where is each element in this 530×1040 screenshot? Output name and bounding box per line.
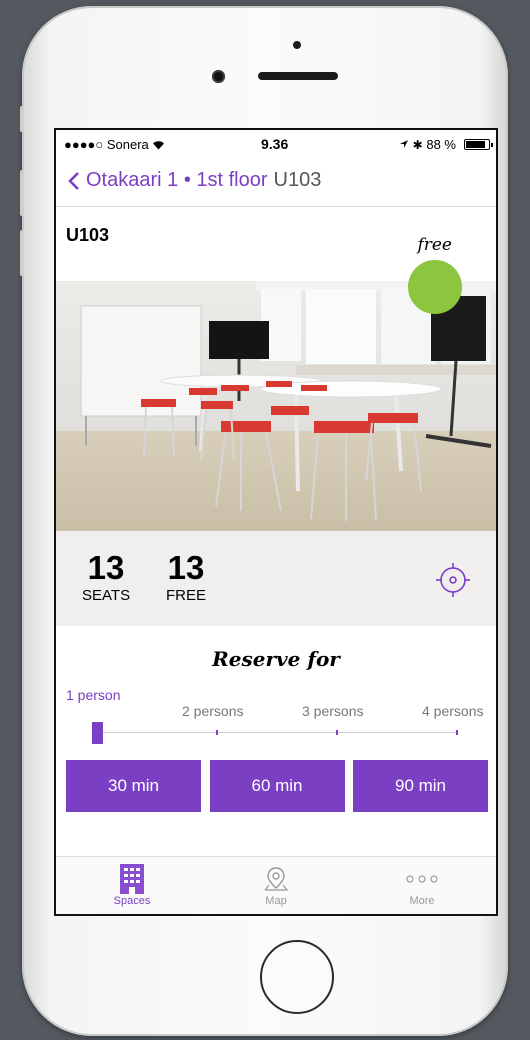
mute-switch — [20, 106, 24, 132]
availability-label: free — [417, 235, 452, 255]
person-count-slider[interactable] — [92, 720, 458, 744]
building-icon — [120, 864, 144, 894]
battery-percent: 88 % — [426, 137, 456, 152]
nav-title: U103 — [273, 169, 322, 191]
earpiece-speaker — [258, 72, 338, 80]
tab-spaces-label: Spaces — [113, 895, 151, 907]
location-arrow-icon — [400, 140, 409, 148]
map-pin-icon — [264, 867, 289, 891]
slider-tick — [216, 730, 218, 735]
room-name: U103 — [66, 225, 110, 245]
wifi-icon — [153, 141, 165, 150]
proximity-sensor — [293, 41, 301, 49]
seats-stat: 13 SEATS — [82, 549, 131, 605]
availability-indicator — [408, 260, 462, 314]
status-time: 9.36 — [261, 136, 289, 152]
reserve-60-min-button[interactable]: 60 min — [209, 760, 345, 812]
volume-down-button — [20, 230, 24, 276]
seats-count: 13 — [87, 549, 125, 586]
battery-icon — [464, 139, 493, 150]
reserve-90-min-button[interactable]: 90 min — [353, 760, 488, 812]
free-stat: 13 FREE — [166, 549, 207, 605]
chevron-left-icon — [68, 171, 79, 190]
carrier-label: ●●●●○ Sonera — [64, 137, 165, 152]
tab-spaces[interactable]: Spaces — [92, 863, 172, 907]
slider-tick — [336, 730, 338, 735]
locate-button[interactable] — [434, 561, 472, 599]
free-count: 13 — [167, 549, 205, 586]
volume-up-button — [20, 170, 24, 216]
option-2-persons[interactable]: 2 persons — [182, 703, 243, 719]
tab-map-label: Map — [265, 895, 287, 907]
tab-more-label: More — [409, 895, 435, 907]
reserve-30-min-button[interactable]: 30 min — [66, 760, 201, 812]
navigation-bar: Otakaari 1 • 1st floor U103 — [56, 160, 496, 207]
option-4-persons[interactable]: 4 persons — [422, 703, 483, 719]
bluetooth-icon: ✱ — [412, 138, 423, 152]
crosshair-icon — [436, 563, 470, 597]
option-1-person[interactable]: 1 person — [66, 687, 120, 703]
front-camera — [212, 70, 225, 83]
slider-track — [92, 732, 458, 733]
room-photo-image — [56, 281, 496, 531]
more-dots-icon — [406, 875, 438, 883]
tab-map[interactable]: Map — [236, 863, 316, 907]
back-button-label: Otakaari 1 • 1st floor — [86, 169, 268, 191]
tab-more[interactable]: More — [382, 863, 462, 907]
capacity-panel: 13 SEATS 13 FREE — [56, 531, 496, 626]
free-label: FREE — [166, 587, 207, 604]
reserve-title: Reserve for — [212, 647, 340, 671]
status-bar: ●●●●○ Sonera 9.36 ✱ 88 % — [56, 130, 496, 160]
home-button[interactable] — [260, 940, 334, 1014]
duration-buttons: 30 min 60 min 90 min — [66, 760, 488, 812]
status-right: ✱ 88 % — [399, 137, 456, 152]
room-photo — [56, 281, 496, 531]
app-screen: ●●●●○ Sonera 9.36 ✱ 88 % Otakaari 1 • 1s… — [54, 128, 498, 916]
tab-bar: Spaces Map More — [56, 856, 496, 914]
seats-label: SEATS — [82, 587, 131, 604]
slider-thumb[interactable] — [92, 722, 103, 744]
option-3-persons[interactable]: 3 persons — [302, 703, 363, 719]
slider-tick — [456, 730, 458, 735]
back-button[interactable]: Otakaari 1 • 1st floor U103 — [68, 169, 321, 192]
